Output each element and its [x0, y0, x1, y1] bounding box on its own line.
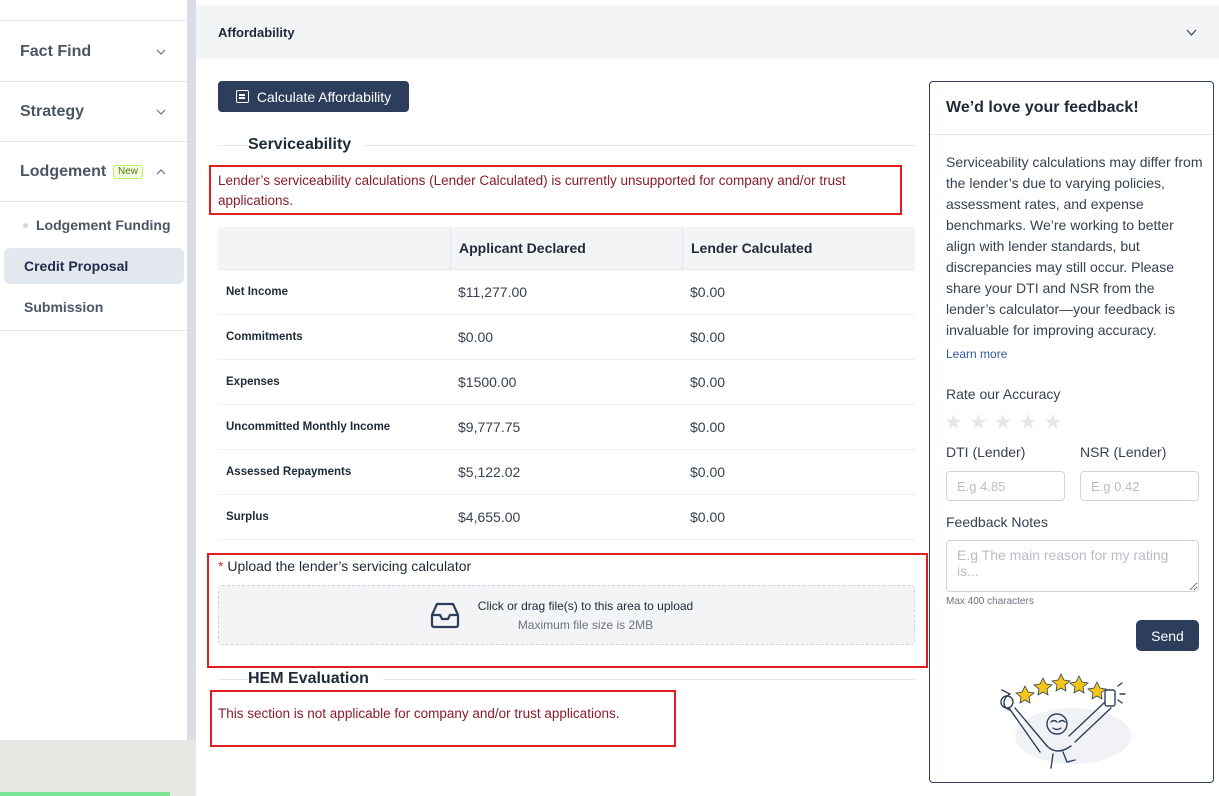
divider	[218, 678, 248, 680]
sidebar-footer	[0, 740, 196, 796]
sidebar-item-label: Lodgement Funding	[36, 217, 171, 233]
sidebar-section-fact-find[interactable]: Fact Find	[0, 22, 187, 82]
calculated-value: $0.00	[690, 284, 726, 300]
feedback-notes-textarea[interactable]	[946, 540, 1199, 592]
nsr-label: NSR (Lender)	[1080, 444, 1167, 460]
celebration-illustration	[1000, 673, 1131, 769]
sidebar-item-label: Credit Proposal	[24, 258, 129, 274]
star-icon[interactable]: ★	[944, 410, 963, 435]
serviceability-table: Applicant Declared Lender Calculated Net…	[218, 227, 915, 540]
dti-label: DTI (Lender)	[946, 444, 1026, 460]
chevron-down-icon	[1186, 25, 1197, 39]
calculated-value: $0.00	[690, 509, 726, 525]
feedback-panel: We’d love your feedback! Serviceability …	[929, 81, 1214, 783]
learn-more-link[interactable]: Learn more	[946, 347, 1007, 361]
row-label: Expenses	[226, 376, 280, 388]
divider	[382, 678, 915, 680]
calculated-value: $0.00	[690, 464, 726, 480]
chevron-up-icon	[155, 166, 167, 178]
send-button[interactable]: Send	[1136, 620, 1199, 651]
sidebar-section-strategy[interactable]: Strategy	[0, 82, 187, 142]
column-header-lender-calculated: Lender Calculated	[682, 227, 915, 269]
column-header-applicant-declared: Applicant Declared	[450, 227, 682, 269]
sidebar-item-label: Submission	[24, 299, 104, 315]
row-label: Net Income	[226, 286, 288, 298]
declared-value: $5,122.02	[458, 464, 521, 480]
table-row: Assessed Repayments $5,122.02 $0.00	[218, 450, 915, 495]
star-icon[interactable]: ★	[969, 410, 988, 435]
star-rating[interactable]: ★ ★ ★ ★ ★	[944, 410, 1062, 435]
calculate-affordability-button[interactable]: Calculate Affordability	[218, 81, 409, 112]
feedback-notes-label: Feedback Notes	[946, 514, 1048, 530]
sidebar-item-credit-proposal[interactable]: Credit Proposal	[4, 248, 184, 284]
table-row: Net Income $11,277.00 $0.00	[218, 270, 915, 315]
calculator-icon	[235, 90, 249, 103]
calculated-value: $0.00	[690, 419, 726, 435]
declared-value: $9,777.75	[458, 419, 521, 435]
table-row: Surplus $4,655.00 $0.00	[218, 495, 915, 540]
button-label: Send	[1151, 627, 1184, 644]
declared-value: $11,277.00	[458, 284, 528, 300]
table-header: Applicant Declared Lender Calculated	[218, 227, 915, 270]
row-label: Surplus	[226, 511, 269, 523]
sidebar-item-lodgement-funding[interactable]: Lodgement Funding	[4, 207, 184, 243]
feedback-title: We’d love your feedback!	[930, 82, 1213, 135]
chevron-down-icon	[155, 46, 167, 58]
sidebar-scrollbar[interactable]	[187, 0, 196, 740]
table-row: Uncommitted Monthly Income $9,777.75 $0.…	[218, 405, 915, 450]
chevron-down-icon	[155, 106, 167, 118]
dti-input[interactable]	[946, 471, 1065, 501]
serviceability-heading: Serviceability	[218, 134, 915, 156]
calculated-value: $0.00	[690, 374, 726, 390]
highlight-box	[207, 553, 928, 668]
sidebar-item-submission[interactable]: Submission	[4, 289, 184, 325]
bullet-dot-icon	[23, 222, 28, 228]
new-badge: New	[112, 164, 143, 179]
button-label: Calculate Affordability	[256, 88, 392, 105]
section-title: Serviceability	[248, 136, 352, 153]
sidebar-section-label: Fact Find	[20, 42, 92, 60]
sidebar-section-label: Lodgement	[20, 162, 107, 180]
table-row: Expenses $1500.00 $0.00	[218, 360, 915, 405]
sidebar-divider	[0, 330, 187, 331]
star-icon[interactable]: ★	[1018, 410, 1037, 435]
rate-label: Rate our Accuracy	[946, 386, 1061, 402]
table-row: Commitments $0.00 $0.00	[218, 315, 915, 360]
star-icon[interactable]: ★	[994, 410, 1013, 435]
row-label: Uncommitted Monthly Income	[226, 421, 391, 433]
divider	[365, 144, 915, 146]
character-limit-hint: Max 400 characters	[946, 596, 1034, 607]
star-icon[interactable]: ★	[1043, 410, 1062, 435]
feedback-description: Serviceability calculations may differ f…	[946, 154, 1203, 338]
accordion-title: Affordability	[218, 24, 295, 40]
sidebar-section-label: Strategy	[20, 102, 85, 120]
nsr-input[interactable]	[1080, 471, 1199, 501]
section-title: HEM Evaluation	[248, 670, 369, 687]
column-header	[218, 227, 450, 269]
divider	[218, 144, 248, 146]
sidebar: Fact Find Strategy Lodgement New Lodgeme…	[0, 0, 187, 796]
calculated-value: $0.00	[690, 329, 726, 345]
sidebar-section-lodgement[interactable]: Lodgement New	[0, 142, 187, 202]
declared-value: $1500.00	[458, 374, 517, 390]
progress-indicator	[0, 792, 170, 796]
highlight-box	[209, 165, 902, 215]
row-label: Assessed Repayments	[226, 466, 352, 478]
row-label: Commitments	[226, 331, 303, 343]
highlight-box	[210, 690, 676, 747]
declared-value: $0.00	[458, 329, 494, 345]
affordability-accordion-header[interactable]: Affordability	[196, 5, 1219, 59]
declared-value: $4,655.00	[458, 509, 521, 525]
sidebar-top-spacer	[0, 0, 187, 21]
hem-evaluation-heading: HEM Evaluation	[218, 668, 915, 690]
